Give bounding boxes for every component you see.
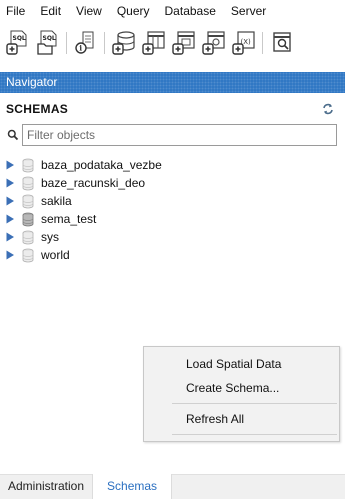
create-schema-menu-item[interactable]: Create Schema... (144, 376, 339, 400)
menu-edit[interactable]: Edit (33, 4, 69, 18)
search-icon (4, 126, 22, 144)
navigator-header: Navigator (0, 72, 345, 93)
menu-separator (172, 434, 337, 435)
schema-item-baza-podataka-vezbe[interactable]: baza_podataka_vezbe (0, 156, 345, 174)
menu-separator (172, 403, 337, 404)
expand-arrow-icon[interactable] (6, 156, 20, 174)
search-table-data-button[interactable] (268, 28, 295, 58)
expand-arrow-icon[interactable] (6, 228, 20, 246)
schema-item-world[interactable]: world (0, 246, 345, 264)
create-function-icon: (X) (231, 31, 255, 55)
create-schema-icon (111, 31, 135, 55)
schema-item-sys[interactable]: sys (0, 228, 345, 246)
open-sql-script-button[interactable]: SQL (34, 28, 61, 58)
expand-arrow-icon[interactable] (6, 210, 20, 228)
create-procedure-icon (201, 31, 225, 55)
schema-label: baza_podataka_vezbe (41, 158, 162, 172)
bottom-tab-bar: Administration Schemas (0, 474, 345, 499)
schema-item-baze-racunski-deo[interactable]: baze_racunski_deo (0, 174, 345, 192)
toolbar-separator (104, 32, 105, 54)
search-table-data-icon (272, 32, 291, 52)
database-icon (20, 175, 36, 191)
toolbar-separator (66, 32, 67, 54)
filter-row (4, 124, 337, 146)
menu-query[interactable]: Query (110, 4, 158, 18)
create-function-button[interactable]: (X) (230, 28, 257, 58)
schema-item-sema-test[interactable]: sema_test (0, 210, 345, 228)
schema-label: world (41, 248, 70, 262)
new-sql-tab-icon: SQL (5, 30, 26, 55)
create-table-button[interactable] (140, 28, 167, 58)
svg-text:i: i (79, 44, 82, 53)
navigator-title: Navigator (6, 75, 58, 89)
tab-schemas[interactable]: Schemas (92, 474, 173, 499)
schema-label: sema_test (41, 212, 97, 226)
create-view-button[interactable] (170, 28, 197, 58)
expand-arrow-icon[interactable] (6, 192, 20, 210)
schema-label: sakila (41, 194, 72, 208)
inspector-button[interactable]: i (72, 28, 99, 58)
database-icon (20, 247, 36, 263)
menu-view[interactable]: View (69, 4, 110, 18)
context-menu: Load Spatial Data Create Schema... Refre… (143, 346, 340, 442)
menu-bar: File Edit View Query Database Server (0, 0, 345, 22)
database-icon (20, 157, 36, 173)
svg-text:SQL: SQL (42, 35, 55, 42)
schemas-header: SCHEMAS (0, 99, 345, 119)
svg-text:SQL: SQL (12, 35, 25, 42)
new-sql-tab-button[interactable]: SQL (4, 28, 31, 58)
menu-server[interactable]: Server (224, 4, 274, 18)
refresh-all-menu-item[interactable]: Refresh All (144, 407, 339, 431)
schema-item-sakila[interactable]: sakila (0, 192, 345, 210)
schema-label: sys (41, 230, 59, 244)
expand-arrow-icon[interactable] (6, 246, 20, 264)
load-spatial-data-menu-item[interactable]: Load Spatial Data (144, 352, 339, 376)
main-toolbar: SQL SQL i (X) (0, 23, 345, 63)
default-database-icon (20, 211, 36, 227)
create-table-icon (141, 31, 165, 55)
database-icon (20, 229, 36, 245)
toolbar-separator (262, 32, 263, 54)
create-view-icon (171, 31, 195, 55)
inspector-icon: i (74, 31, 93, 54)
create-schema-button[interactable] (110, 28, 137, 58)
open-sql-script-icon: SQL (36, 30, 56, 55)
database-icon (20, 193, 36, 209)
menu-file[interactable]: File (0, 4, 33, 18)
create-procedure-button[interactable] (200, 28, 227, 58)
refresh-icon (323, 103, 333, 115)
tab-administration[interactable]: Administration (0, 474, 92, 499)
expand-arrow-icon[interactable] (6, 174, 20, 192)
schema-label: baze_racunski_deo (41, 176, 146, 190)
menu-database[interactable]: Database (158, 4, 224, 18)
schemas-title: SCHEMAS (6, 102, 69, 116)
filter-objects-input[interactable] (22, 124, 337, 146)
schema-tree: baza_podataka_vezbe baze_racunski_deo sa… (0, 156, 345, 264)
refresh-schemas-button[interactable] (321, 102, 335, 116)
